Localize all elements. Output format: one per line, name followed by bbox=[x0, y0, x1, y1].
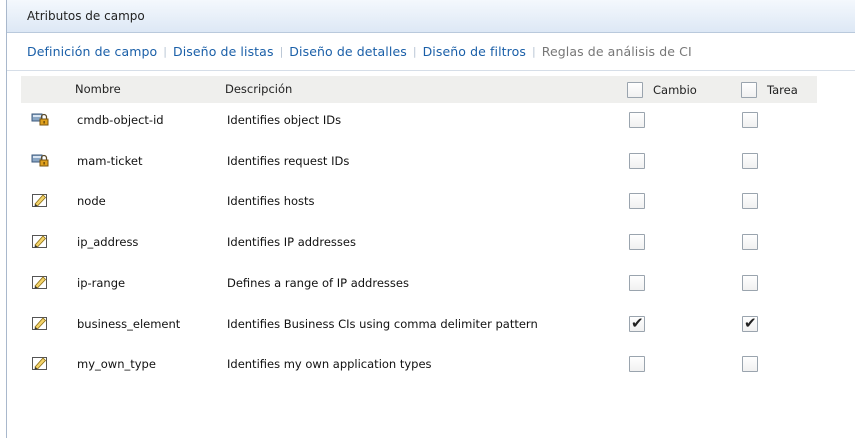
tab-separator: | bbox=[279, 45, 284, 58]
edit-pencil-icon bbox=[31, 274, 49, 290]
task-checkbox[interactable] bbox=[742, 193, 758, 210]
edit-pencil-icon bbox=[31, 192, 49, 208]
tab-separator: | bbox=[532, 45, 536, 58]
change-checkbox[interactable]: ✔ bbox=[629, 313, 645, 332]
field-description: Identifies hosts bbox=[227, 194, 315, 209]
field-description: Identifies object IDs bbox=[227, 113, 342, 127]
field-name: ip_address bbox=[77, 235, 139, 250]
field-name: cmdb-object-id bbox=[77, 113, 164, 127]
field-name: node bbox=[77, 194, 106, 209]
field-attributes-panel: Atributos de campo Definición de campo |… bbox=[6, 0, 855, 438]
tab-ci-analysis-rules: Reglas de análisis de CI bbox=[541, 44, 692, 59]
edit-pencil-icon bbox=[31, 315, 49, 331]
select-all-task-checkbox[interactable] bbox=[741, 82, 757, 98]
task-checkbox[interactable] bbox=[742, 112, 758, 128]
change-checkbox[interactable] bbox=[629, 152, 645, 169]
change-checkbox[interactable] bbox=[629, 356, 645, 373]
tab-filter-layout[interactable]: Diseño de filtros bbox=[423, 44, 526, 59]
checkmark-icon: ✔ bbox=[744, 313, 757, 332]
select-all-change-checkbox[interactable] bbox=[627, 82, 643, 98]
change-checkbox[interactable] bbox=[629, 234, 645, 251]
field-grid: Nombre Descripción Cambio Tarea cmdb-obj… bbox=[21, 76, 817, 373]
column-header-task: Tarea bbox=[767, 83, 798, 97]
tab-separator: | bbox=[412, 45, 417, 58]
lock-field-icon bbox=[31, 111, 49, 127]
tab-separator: | bbox=[163, 45, 167, 58]
table-row[interactable]: my_own_type Identifies my own application… bbox=[21, 353, 817, 379]
edit-pencil-icon bbox=[31, 355, 49, 371]
field-description: Defines a range of IP addresses bbox=[227, 275, 409, 290]
edit-pencil-icon bbox=[31, 233, 49, 249]
table-row[interactable]: mam-ticket Identifies request IDs bbox=[21, 150, 817, 176]
task-checkbox[interactable] bbox=[742, 234, 758, 251]
tab-field-definition[interactable]: Definición de campo bbox=[27, 44, 157, 59]
field-description: Identifies request IDs bbox=[227, 153, 350, 168]
change-checkbox[interactable] bbox=[629, 112, 645, 128]
column-header-change: Cambio bbox=[653, 83, 697, 97]
column-header-name: Nombre bbox=[75, 82, 121, 96]
change-checkbox[interactable] bbox=[629, 274, 645, 291]
column-header-description: Descripción bbox=[225, 82, 293, 96]
panel-title: Atributos de campo bbox=[7, 0, 855, 33]
tab-bar: Definición de campo | Diseño de listas |… bbox=[7, 33, 855, 71]
field-description: Identifies my own application types bbox=[227, 357, 432, 372]
checkmark-icon: ✔ bbox=[631, 313, 644, 332]
field-description: Identifies IP addresses bbox=[227, 235, 356, 250]
tab-list-layout[interactable]: Diseño de listas bbox=[173, 44, 274, 59]
change-checkbox[interactable] bbox=[629, 193, 645, 210]
task-checkbox[interactable] bbox=[742, 356, 758, 373]
lock-field-icon bbox=[31, 152, 49, 168]
task-checkbox[interactable]: ✔ bbox=[742, 313, 758, 332]
table-row[interactable]: node Identifies hosts bbox=[21, 190, 817, 216]
field-description: Identifies Business CIs using comma deli… bbox=[227, 316, 538, 331]
table-row[interactable]: business_element Identifies Business CIs … bbox=[21, 313, 817, 339]
field-name: ip-range bbox=[77, 275, 126, 290]
field-name: business_element bbox=[77, 316, 181, 331]
field-name: mam-ticket bbox=[77, 153, 143, 168]
task-checkbox[interactable] bbox=[742, 274, 758, 291]
grid-header: Nombre Descripción Cambio Tarea bbox=[21, 76, 817, 103]
field-name: my_own_type bbox=[77, 357, 156, 372]
task-checkbox[interactable] bbox=[742, 152, 758, 169]
table-row[interactable]: cmdb-object-id Identifies object IDs bbox=[21, 109, 817, 135]
table-row[interactable]: ip-range Defines a range of IP addresses bbox=[21, 272, 817, 298]
tab-detail-layout[interactable]: Diseño de detalles bbox=[289, 44, 407, 59]
table-row[interactable]: ip_address Identifies IP addresses bbox=[21, 231, 817, 257]
